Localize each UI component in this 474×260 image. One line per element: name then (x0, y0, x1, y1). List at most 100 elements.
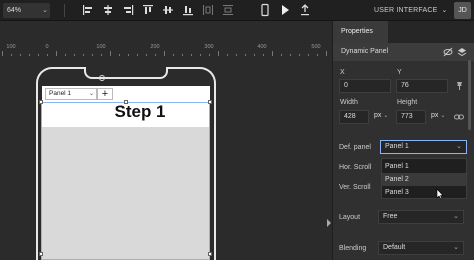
layout-select[interactable]: Free ⌄ (378, 210, 464, 224)
ruler-tick (92, 54, 93, 56)
chevron-down-icon: ⌄ (440, 113, 446, 119)
ruler-tick (101, 54, 102, 56)
y-label: Y (397, 69, 402, 76)
mode-select[interactable]: USER INTERFACE ⌄ (374, 4, 448, 17)
resize-handle[interactable] (208, 252, 212, 256)
chevron-down-icon: ⌄ (453, 244, 459, 251)
component-header: Dynamic Panel (333, 43, 474, 61)
def-panel-label: Def. panel (339, 144, 371, 151)
component-name: Dynamic Panel (341, 48, 389, 55)
layout-label: Layout (339, 214, 361, 221)
ruler-tick (290, 54, 291, 56)
phone-notch (84, 67, 168, 79)
phone-preview-icon[interactable] (258, 3, 272, 17)
ruler-tick (29, 54, 30, 56)
properties-tabs: Properties (333, 21, 474, 43)
width-field[interactable]: 428 (339, 110, 369, 124)
height-field[interactable]: 773 (396, 110, 426, 124)
y-field[interactable]: 76 (396, 79, 448, 93)
blending-value: Default (383, 244, 406, 251)
menu-item-panel-2[interactable]: Panel 2 (382, 173, 466, 186)
ruler-tick (155, 54, 156, 56)
zoom-select[interactable]: 64% ⌄ (3, 3, 50, 18)
ruler-label: 200 (150, 44, 160, 50)
height-label: Height (397, 99, 418, 106)
zoom-value: 64% (7, 7, 22, 14)
distribute-v-icon[interactable] (221, 3, 235, 17)
ruler-label: 300 (204, 44, 214, 50)
chevron-down-icon: ⌄ (88, 91, 94, 97)
chevron-down-icon: ⌄ (383, 113, 389, 119)
ruler-tick (191, 54, 192, 56)
ruler-tick (281, 54, 282, 56)
ruler-tick (299, 54, 300, 56)
ruler-tick (74, 54, 75, 56)
camera-icon (99, 75, 105, 81)
ruler-tick (83, 54, 84, 56)
ruler-tick (146, 54, 147, 56)
distribute-h-icon[interactable] (201, 3, 215, 17)
ruler-tick (236, 54, 237, 56)
layers-icon[interactable] (457, 47, 467, 57)
ruler-label: 500 (311, 44, 321, 50)
link-icon[interactable] (454, 113, 464, 121)
width-label: Width (340, 99, 358, 106)
ruler-tick (317, 54, 318, 56)
ruler-tick (128, 54, 129, 56)
eye-off-icon[interactable] (443, 47, 453, 57)
pin-icon[interactable] (455, 81, 464, 90)
ruler-tick (119, 54, 120, 56)
ruler-label: 400 (257, 44, 267, 50)
hor-scroll-label: Hor. Scroll (339, 164, 372, 171)
height-unit-select[interactable]: px ⌄ (431, 112, 445, 119)
x-label: X (340, 69, 345, 76)
add-panel-button[interactable]: + (97, 88, 113, 100)
ruler-tick (56, 51, 57, 56)
menu-item-panel-3[interactable]: Panel 3 (382, 186, 466, 199)
ruler-label: 0 (45, 44, 49, 50)
align-center-h-icon[interactable] (101, 3, 115, 17)
align-top-icon[interactable] (141, 3, 155, 17)
top-toolbar: 64% ⌄ USER INTERFACE ⌄ JD (0, 0, 474, 21)
panel-select-value: Panel 1 (49, 90, 72, 97)
step-title: Step 1 (114, 102, 166, 121)
ver-scroll-label: Ver. Scroll (339, 184, 371, 191)
resize-handle[interactable] (39, 252, 43, 256)
chevron-down-icon: ⌄ (42, 7, 48, 14)
export-icon[interactable] (298, 3, 312, 17)
chevron-down-icon: ⌄ (453, 213, 459, 220)
ruler-tick (227, 54, 228, 56)
align-bottom-icon[interactable] (181, 3, 195, 17)
panel-select[interactable]: Panel 1 ⌄ (45, 88, 97, 100)
align-middle-v-icon[interactable] (161, 3, 175, 17)
ruler-tick (263, 54, 264, 56)
ruler-tick (218, 51, 219, 56)
width-unit-select[interactable]: px ⌄ (374, 112, 388, 119)
panel-scrollbar[interactable] (468, 60, 471, 130)
def-panel-value: Panel 1 (385, 143, 409, 150)
tab-properties[interactable]: Properties (333, 21, 388, 43)
ruler-tick (38, 54, 39, 56)
height-unit: px (431, 112, 439, 119)
ruler-tick (245, 54, 246, 56)
horizontal-ruler: 100 0 100 200 300 400 500 (0, 43, 332, 57)
selection-box[interactable] (41, 102, 210, 260)
ruler-tick (182, 54, 183, 56)
align-right-icon[interactable] (121, 3, 135, 17)
align-left-icon[interactable] (81, 3, 95, 17)
ruler-tick (47, 54, 48, 56)
ruler-tick (200, 54, 201, 56)
ruler-tick (65, 54, 66, 56)
app-root: 64% ⌄ USER INTERFACE ⌄ JD 100 0 100 200 3… (0, 0, 474, 260)
blending-select[interactable]: Default ⌄ (378, 241, 464, 255)
play-icon[interactable] (278, 3, 292, 17)
avatar[interactable]: JD (454, 2, 471, 19)
menu-item-panel-1[interactable]: Panel 1 (382, 160, 466, 173)
width-unit: px (374, 112, 382, 119)
x-field[interactable]: 0 (339, 79, 391, 93)
mouse-cursor-icon (436, 188, 444, 200)
ruler-tick (254, 54, 255, 56)
toolbar-divider (64, 4, 65, 17)
def-panel-select[interactable]: Panel 1 ⌄ (380, 140, 467, 154)
ruler-tick (11, 54, 12, 56)
